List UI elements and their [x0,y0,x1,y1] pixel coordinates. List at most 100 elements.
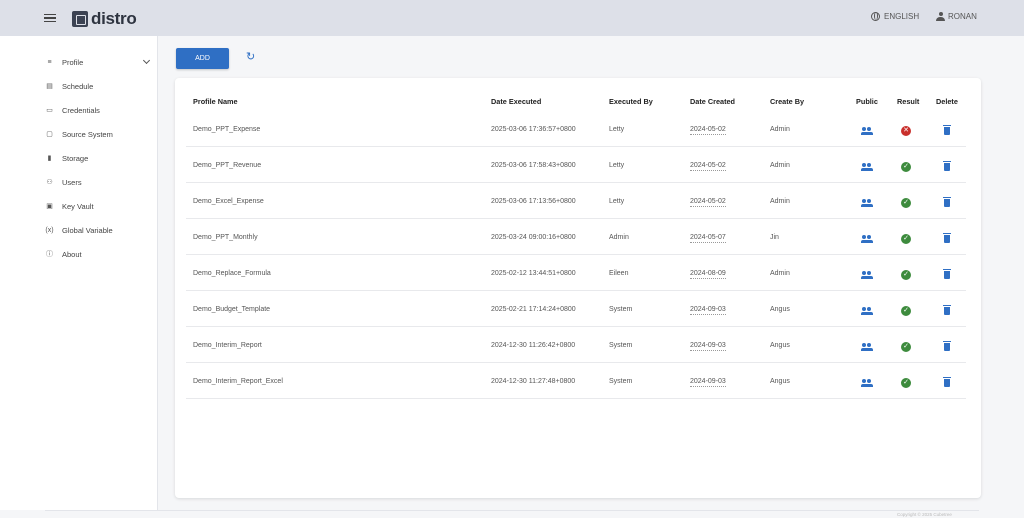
column-header-date-executed[interactable]: Date Executed [491,97,541,106]
success-check-icon[interactable]: ✓ [901,198,911,208]
date-created-cell: 2024-08-09 [690,270,726,279]
sidebar-item-global-variable[interactable]: (x) Global Variable [45,223,153,237]
date-executed-cell: 2025-03-06 17:13:56+0800 [491,198,576,205]
column-header-profile-name[interactable]: Profile Name [193,97,238,106]
executed-by-cell: System [609,306,633,313]
logo[interactable]: distro [72,9,137,29]
date-created-cell: 2024-09-03 [690,342,726,351]
success-check-icon[interactable]: ✓ [901,234,911,244]
list-icon: ≡ [47,58,52,66]
profile-name-cell[interactable]: Demo_Budget_Template [193,306,270,313]
date-created-cell: 2024-09-03 [690,378,726,387]
table-row[interactable] [186,219,966,255]
profile-name-cell[interactable]: Demo_PPT_Expense [193,126,260,133]
chevron-down-icon[interactable] [142,56,151,65]
delete-trash-icon[interactable] [943,161,951,171]
delete-trash-icon[interactable] [943,305,951,315]
column-header-executed-by[interactable]: Executed By [609,97,653,106]
table-row[interactable] [186,363,966,399]
logo-mark-icon [72,11,88,27]
sidebar-item-users[interactable]: ⚇ Users [45,175,153,189]
footer-divider [45,510,979,511]
public-users-icon[interactable] [861,199,873,207]
delete-trash-icon[interactable] [943,233,951,243]
sidebar-item-key-vault[interactable]: ▣ Key Vault [45,199,153,213]
top-bar: distro ENGLISH RONAN [0,0,1024,36]
users-icon: ⚇ [46,179,53,186]
date-executed-cell: 2025-02-12 13:44:51+0800 [491,270,576,277]
logo-text: distro [91,9,137,28]
profile-name-cell[interactable]: Demo_Interim_Report_Excel [193,378,283,385]
delete-trash-icon[interactable] [943,377,951,387]
date-executed-cell: 2025-03-24 09:00:16+0800 [491,234,576,241]
success-check-icon[interactable]: ✓ [901,342,911,352]
key-vault-icon: ▣ [46,203,53,210]
profile-name-cell[interactable]: Demo_Interim_Report [193,342,262,349]
profile-name-cell[interactable]: Demo_PPT_Monthly [193,234,258,241]
date-executed-cell: 2025-03-06 17:58:43+0800 [491,162,576,169]
public-users-icon[interactable] [861,307,873,315]
column-header-public[interactable]: Public [856,97,878,106]
table-row[interactable] [186,147,966,183]
column-header-delete[interactable]: Delete [936,97,958,106]
sidebar-item-label: Source System [62,129,113,139]
delete-trash-icon[interactable] [943,341,951,351]
calendar-icon: ▤ [46,83,53,90]
column-header-date-created[interactable]: Date Created [690,97,735,106]
language-selector[interactable]: ENGLISH [871,12,919,21]
sidebar-item-storage[interactable]: ▮ Storage [45,151,153,165]
sidebar-item-profile[interactable]: ≡ Profile [45,55,153,69]
sidebar-item-label: Storage [62,153,89,163]
sidebar-item-credentials[interactable]: ▭ Credentials [45,103,153,117]
id-card-icon: ▭ [46,107,53,114]
monitor-icon: ▢ [46,131,53,138]
public-users-icon[interactable] [861,235,873,243]
public-users-icon[interactable] [861,379,873,387]
user-name: RONAN [948,12,977,21]
sidebar-item-label: Credentials [62,105,100,115]
table-row[interactable] [186,327,966,363]
table-row[interactable] [186,255,966,291]
date-created-cell: 2024-05-02 [690,126,726,135]
sidebar-item-schedule[interactable]: ▤ Schedule [45,79,153,93]
success-check-icon[interactable]: ✓ [901,306,911,316]
variable-icon: (x) [45,226,54,234]
sidebar-item-label: Key Vault [62,201,94,211]
public-users-icon[interactable] [861,271,873,279]
sidebar-item-source-system[interactable]: ▢ Source System [45,127,153,141]
menu-icon[interactable] [44,12,56,24]
date-created-cell: 2024-09-03 [690,306,726,315]
user-menu[interactable]: RONAN [936,12,977,21]
create-by-cell: Angus [770,306,790,313]
success-check-icon[interactable]: ✓ [901,378,911,388]
date-created-cell: 2024-05-02 [690,162,726,171]
create-by-cell: Admin [770,270,790,277]
profile-name-cell[interactable]: Demo_Excel_Expense [193,198,264,205]
error-x-icon[interactable]: ✕ [901,126,911,136]
column-header-result[interactable]: Result [897,97,919,106]
public-users-icon[interactable] [861,127,873,135]
date-created-cell: 2024-05-07 [690,234,726,243]
date-executed-cell: 2024-12-30 11:27:48+0800 [491,378,576,385]
sidebar-item-label: Users [62,177,82,187]
table-row[interactable] [186,291,966,327]
table-row[interactable] [186,111,966,147]
success-check-icon[interactable]: ✓ [901,162,911,172]
add-button[interactable]: ADD [176,48,229,69]
executed-by-cell: Admin [609,234,629,241]
delete-trash-icon[interactable] [943,197,951,207]
table-row[interactable] [186,183,966,219]
sidebar-item-label: Schedule [62,81,94,91]
delete-trash-icon[interactable] [943,125,951,135]
column-header-create-by[interactable]: Create By [770,97,804,106]
executed-by-cell: Letty [609,162,625,169]
profile-name-cell[interactable]: Demo_Replace_Formula [193,270,271,277]
public-users-icon[interactable] [861,163,873,171]
create-by-cell: Admin [770,198,790,205]
profile-name-cell[interactable]: Demo_PPT_Revenue [193,162,261,169]
sidebar-item-about[interactable]: ⓘ About [45,247,153,261]
delete-trash-icon[interactable] [943,269,951,279]
refresh-icon[interactable]: ↻ [246,52,256,63]
success-check-icon[interactable]: ✓ [901,270,911,280]
public-users-icon[interactable] [861,343,873,351]
